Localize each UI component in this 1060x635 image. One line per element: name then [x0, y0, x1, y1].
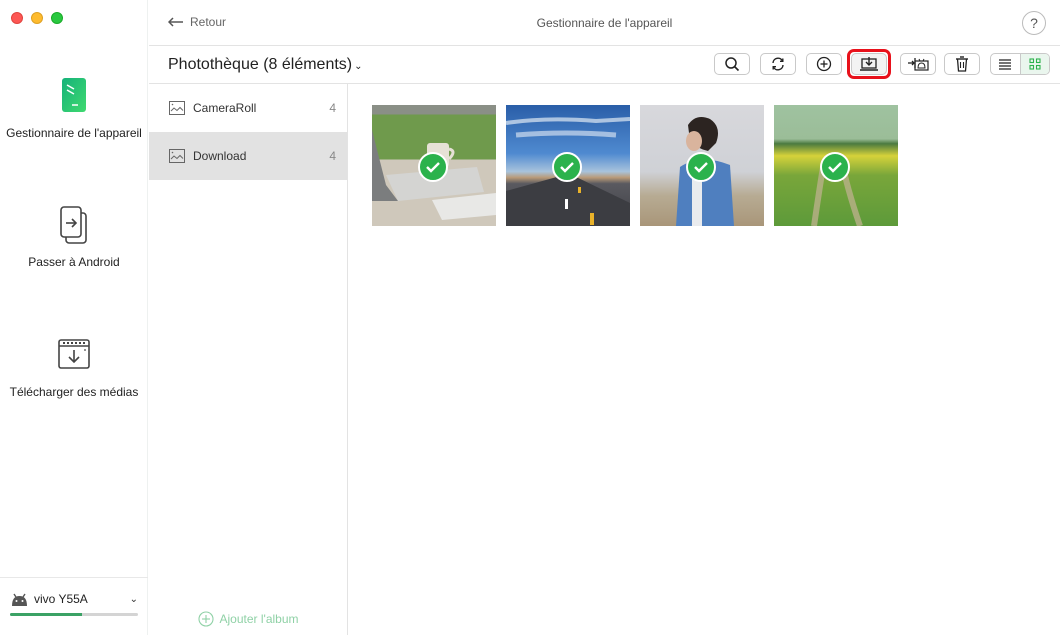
album-list: CameraRoll 4 Download 4 Ajouter l'album [149, 84, 348, 635]
media-download-icon [58, 339, 90, 369]
photo-thumbnail[interactable] [372, 105, 496, 226]
grid-view-button[interactable] [1019, 54, 1049, 74]
grid-icon [1029, 58, 1041, 70]
nav-item-device-manager[interactable]: Gestionnaire de l'appareil [0, 76, 148, 140]
title-bar: Retour Gestionnaire de l'appareil ? [149, 0, 1060, 46]
add-album-button[interactable]: Ajouter l'album [149, 611, 347, 627]
delete-button[interactable] [944, 53, 980, 75]
refresh-icon [772, 57, 784, 71]
image-icon [169, 149, 185, 163]
window-controls [11, 12, 63, 24]
album-count: 4 [329, 149, 336, 163]
album-count: 4 [329, 101, 336, 115]
nav-item-switch-to-android[interactable]: Passer à Android [0, 205, 148, 269]
selected-check-icon [418, 152, 448, 182]
page-title: Gestionnaire de l'appareil [536, 16, 673, 30]
image-icon [169, 101, 185, 115]
storage-bar-fill [10, 613, 82, 616]
album-name: CameraRoll [193, 101, 257, 115]
device-selector[interactable]: vivo Y55A ⌄ [0, 577, 148, 635]
nav-item-media-download[interactable]: Télécharger des médias [0, 335, 148, 399]
left-navigation: Gestionnaire de l'appareil Passer à Andr… [0, 0, 148, 635]
switch-phone-icon [60, 206, 87, 244]
maximize-window-button[interactable] [51, 12, 63, 24]
photo-grid [372, 105, 898, 226]
selected-check-icon [686, 152, 716, 182]
export-to-computer-button[interactable] [847, 49, 891, 79]
storage-bar [10, 613, 138, 616]
minimize-window-button[interactable] [31, 12, 43, 24]
plus-circle-icon [816, 56, 832, 72]
plus-circle-icon [197, 611, 214, 627]
nav-item-label: Télécharger des médias [9, 385, 139, 399]
search-icon [725, 57, 740, 72]
selected-check-icon [552, 152, 582, 182]
export-icon [860, 57, 878, 71]
selected-check-icon [820, 152, 850, 182]
view-mode-toggle [990, 53, 1050, 75]
album-item-download[interactable]: Download 4 [149, 132, 347, 180]
android-icon [12, 593, 27, 606]
album-item-cameraroll[interactable]: CameraRoll 4 [149, 84, 347, 132]
photo-thumbnail[interactable] [640, 105, 764, 226]
help-button[interactable]: ? [1022, 11, 1046, 35]
send-to-device-button[interactable] [900, 53, 936, 75]
nav-item-label: Passer à Android [28, 255, 120, 269]
phone-icon [62, 78, 86, 112]
to-android-icon [908, 58, 929, 71]
photo-thumbnail[interactable] [506, 105, 630, 226]
add-album-label: Ajouter l'album [219, 612, 299, 626]
search-button[interactable] [714, 53, 750, 75]
close-window-button[interactable] [11, 12, 23, 24]
chevron-down-icon[interactable]: ⌄ [130, 594, 138, 605]
list-view-button[interactable] [991, 54, 1020, 74]
refresh-button[interactable] [760, 53, 796, 75]
library-dropdown[interactable]: Photothèque (8 éléments) ⌄ [168, 56, 363, 74]
library-title: Photothèque (8 éléments) [168, 56, 353, 73]
list-icon [999, 58, 1012, 70]
chevron-down-icon: ⌄ [354, 61, 363, 72]
photo-thumbnail[interactable] [774, 105, 898, 226]
device-name: vivo Y55A [34, 592, 88, 606]
album-name: Download [193, 149, 247, 163]
trash-icon [956, 56, 968, 72]
toolbar: Photothèque (8 éléments) ⌄ [149, 46, 1060, 84]
add-button[interactable] [806, 53, 842, 75]
nav-item-label: Gestionnaire de l'appareil [6, 126, 142, 140]
